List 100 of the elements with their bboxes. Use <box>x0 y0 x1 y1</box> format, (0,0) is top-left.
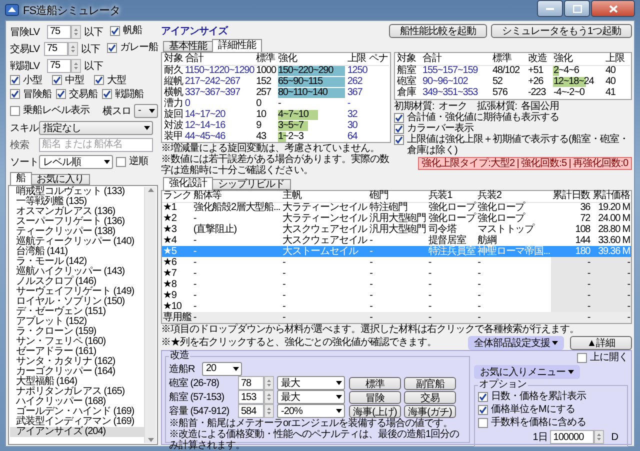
number-field[interactable]: 78 <box>238 376 264 390</box>
list-item[interactable]: 巡航ティークリッパー (140) <box>10 237 144 247</box>
table-cell[interactable]: ★3 <box>162 224 192 235</box>
checkbox[interactable]: 上限値は強化上限＋初期値で表示する(船室・砲室・倉庫は除く) <box>394 134 632 156</box>
tab[interactable]: 基本性能 <box>163 41 213 52</box>
list-item[interactable]: ロイヤル・ソブリン (150) <box>10 297 144 307</box>
scrollbar[interactable] <box>144 187 156 443</box>
number-field[interactable]: 75 <box>47 58 71 72</box>
scroll-up-icon[interactable] <box>146 187 154 193</box>
spinner-icon[interactable] <box>594 430 604 444</box>
checkbox[interactable]: ガレー船 <box>107 42 158 54</box>
checkbox[interactable]: 手数料を価格に含める <box>478 417 586 428</box>
number-field[interactable]: 100000 <box>550 430 594 444</box>
list-item[interactable]: ノルスクロプ (146) <box>10 277 144 287</box>
spinner-icon[interactable] <box>71 24 81 38</box>
number-field[interactable]: 584 <box>238 404 264 418</box>
checkbox[interactable]: 逆順 <box>116 156 148 167</box>
number-field[interactable]: 75 <box>44 42 68 56</box>
checkbox[interactable]: 大型 <box>94 74 126 86</box>
column-header: 合計 <box>184 54 256 65</box>
table-cell[interactable]: ★4 <box>162 235 192 246</box>
tab[interactable]: 強化設計 <box>163 177 213 190</box>
spinner-icon[interactable] <box>71 58 81 72</box>
table-cell[interactable]: 専用艦 <box>162 312 192 323</box>
list-item[interactable]: スーパーフリゲート (136) <box>10 217 144 227</box>
spinner-icon[interactable] <box>264 376 274 390</box>
preset-button[interactable]: 冒険 <box>349 391 401 404</box>
checkbox[interactable]: 帆船 <box>110 25 142 36</box>
list-item[interactable]: ティークリッパー (138) <box>10 227 144 237</box>
list-item[interactable]: ラ・モール (142) <box>10 257 144 267</box>
spinner-icon[interactable] <box>264 390 274 404</box>
tab[interactable]: お気に入り <box>30 174 90 185</box>
table-cell: 司令塔 <box>427 224 477 235</box>
scroll-down-icon[interactable] <box>146 437 154 443</box>
tab[interactable]: 船 <box>10 172 32 185</box>
checkbox[interactable]: 上に開く <box>577 352 628 363</box>
dropdown[interactable]: 20 <box>202 362 242 376</box>
number-field[interactable]: 75 <box>47 24 71 38</box>
spinner-icon[interactable] <box>68 42 78 56</box>
checkbox[interactable]: 日数・価格を累計表示 <box>478 391 586 402</box>
checkbox[interactable]: 小型 <box>10 74 42 86</box>
maximize-button[interactable] <box>564 0 590 17</box>
search-field[interactable]: 船名 または 船体名 <box>39 138 153 152</box>
spinner-icon[interactable] <box>264 404 274 418</box>
list-item[interactable]: 台湾船 (141) <box>10 247 144 257</box>
table-cell[interactable]: ★8 <box>162 279 192 290</box>
checkbox[interactable]: 乗船レベル表示 <box>10 105 90 116</box>
list-item[interactable]: 哨戒型コルヴェット (133) <box>10 187 144 197</box>
list-item[interactable]: ラ・クローン (159) <box>10 327 144 337</box>
preset-button[interactable]: 海事(ガチ) <box>404 405 456 418</box>
table-cell[interactable]: ★2 <box>162 213 192 224</box>
table-cell[interactable]: ★6 <box>162 257 192 268</box>
dropdown[interactable]: 指定なし <box>39 120 153 134</box>
favorites-menu-button[interactable]: お気に入りメニュー <box>474 365 580 379</box>
preset-button[interactable]: 交易 <box>404 391 456 404</box>
list-item[interactable]: 大型福船 (164) <box>10 377 144 387</box>
list-item[interactable]: デ・ゼーヴェン (151) <box>10 307 144 317</box>
dropdown[interactable]: 最大 <box>277 376 345 390</box>
list-item[interactable]: ナポリタンガレアス (165) <box>10 387 144 397</box>
list-item[interactable]: サーヴェイフリゲート (149) <box>10 287 144 297</box>
list-item[interactable]: 巡航ハイクリッパー (143) <box>10 267 144 277</box>
list-item[interactable]: ゴールデン・ハインド (169) <box>10 407 144 417</box>
checkbox[interactable]: 合計値・強化値に期待値も表示する <box>394 112 632 123</box>
list-item[interactable]: 武装型インディアマン (169) <box>10 417 144 427</box>
detail-button[interactable]: ▲詳細 <box>570 336 632 350</box>
list-item[interactable]: 一等戦列艦 (135) <box>10 197 144 207</box>
dropdown[interactable]: レベル順 <box>39 154 113 168</box>
launch-button[interactable]: シミュレータをもう1つ起動 <box>490 24 632 38</box>
list-item[interactable]: ゼーアドラー (161) <box>10 347 144 357</box>
tab[interactable]: 詳細性能 <box>212 39 262 52</box>
preset-button[interactable]: 海事(上げ) <box>349 405 401 418</box>
list-item[interactable]: カーゴクリッパー (164) <box>10 367 144 377</box>
preset-button[interactable]: 副官船 <box>404 377 456 390</box>
list-item[interactable]: ハイクリッパー (168) <box>10 397 144 407</box>
checkbox[interactable]: 中型 <box>52 74 84 86</box>
dropdown[interactable]: 最大 <box>277 390 345 404</box>
table-cell[interactable]: ★1 <box>162 202 192 213</box>
list-item[interactable]: サン・フェリペ (160) <box>10 337 144 347</box>
list-item[interactable]: アブレット (152) <box>10 317 144 327</box>
table-cell[interactable]: ★9 <box>162 290 192 301</box>
list-item[interactable]: アイアンサイズ (204) <box>10 427 144 437</box>
table-cell[interactable]: ★10 <box>162 301 192 312</box>
minimize-button[interactable] <box>537 0 563 17</box>
tab[interactable]: シップリビルド <box>212 179 290 190</box>
list-item[interactable]: サンタ・カタリナ (162) <box>10 357 144 367</box>
launch-button[interactable]: 船性能比較を起動 <box>388 24 487 38</box>
checkbox[interactable]: 価格単位をMにする <box>478 404 575 415</box>
list-item[interactable]: オスマンガレアス (136) <box>10 207 144 217</box>
checkbox[interactable]: カラーバー表示 <box>394 123 632 134</box>
preset-button[interactable]: 標準 <box>349 377 401 390</box>
checkbox[interactable]: 戦闘船 <box>102 88 144 100</box>
dropdown[interactable]: - <box>134 104 158 118</box>
table-cell[interactable]: ★7 <box>162 268 192 279</box>
dropdown[interactable]: -20% <box>277 404 345 418</box>
assist-button[interactable]: 全体部品設定支援 <box>468 336 564 350</box>
checkbox[interactable]: 冒険船 <box>10 88 52 100</box>
table-cell-text: - <box>282 279 286 290</box>
close-button[interactable] <box>591 0 635 17</box>
checkbox[interactable]: 交易船 <box>56 88 98 100</box>
number-field[interactable]: 153 <box>238 390 264 404</box>
